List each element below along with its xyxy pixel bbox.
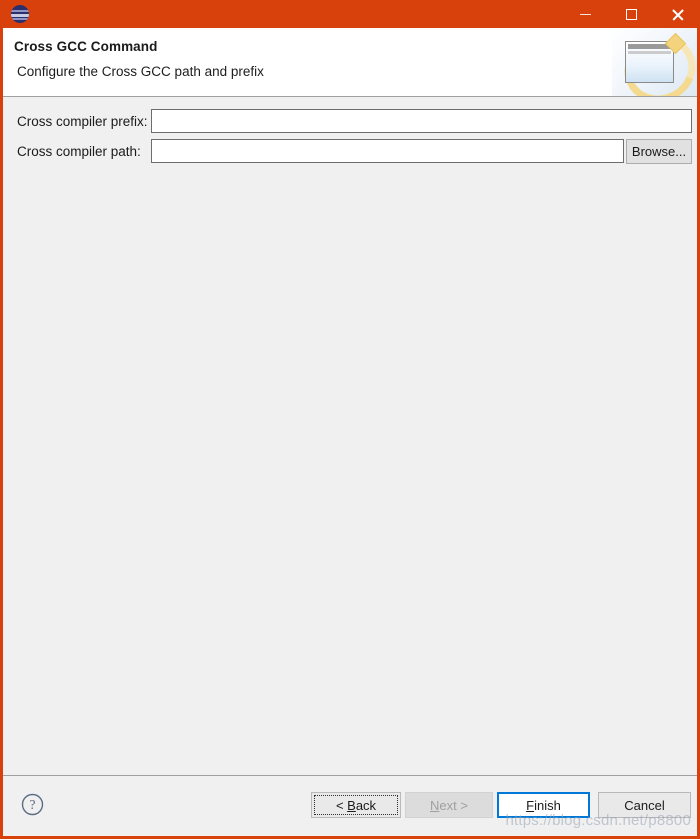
eclipse-icon: [11, 5, 29, 23]
help-icon[interactable]: ?: [21, 793, 44, 816]
cross-compiler-path-label: Cross compiler path:: [17, 143, 141, 159]
browse-button[interactable]: Browse...: [626, 138, 692, 164]
button-bar: ? < Back Next > Finish Cancel https://bl…: [3, 775, 697, 836]
form-area: Cross compiler prefix: Cross compiler pa…: [3, 97, 697, 776]
cancel-button[interactable]: Cancel: [598, 792, 691, 818]
wizard-banner-icon: [612, 28, 697, 96]
finish-button-label: Finish: [526, 797, 561, 813]
wizard-header: Cross GCC Command Configure the Cross GC…: [3, 28, 697, 97]
maximize-button[interactable]: [608, 0, 654, 28]
cross-compiler-path-input[interactable]: [151, 139, 624, 163]
next-button-label: Next >: [430, 797, 468, 813]
cross-compiler-prefix-input[interactable]: [151, 109, 692, 133]
close-button[interactable]: [654, 0, 697, 28]
title-bar: [3, 0, 697, 28]
page-title: Cross GCC Command: [14, 39, 158, 54]
back-button[interactable]: < Back: [311, 792, 401, 818]
window-controls: [562, 0, 697, 28]
page-subtitle: Configure the Cross GCC path and prefix: [17, 64, 264, 79]
next-button[interactable]: Next >: [405, 792, 493, 818]
close-icon: [671, 8, 684, 21]
form-row-path: Cross compiler path: Browse...: [3, 138, 697, 164]
finish-button[interactable]: Finish: [497, 792, 590, 818]
back-button-label: < Back: [335, 797, 377, 813]
maximize-icon: [625, 8, 637, 20]
minimize-button[interactable]: [562, 0, 608, 28]
dialog-window: Cross GCC Command Configure the Cross GC…: [0, 0, 700, 839]
cross-compiler-prefix-label: Cross compiler prefix:: [17, 113, 148, 129]
form-row-prefix: Cross compiler prefix:: [3, 109, 697, 133]
minimize-icon: [579, 13, 591, 15]
svg-text:?: ?: [30, 797, 36, 812]
